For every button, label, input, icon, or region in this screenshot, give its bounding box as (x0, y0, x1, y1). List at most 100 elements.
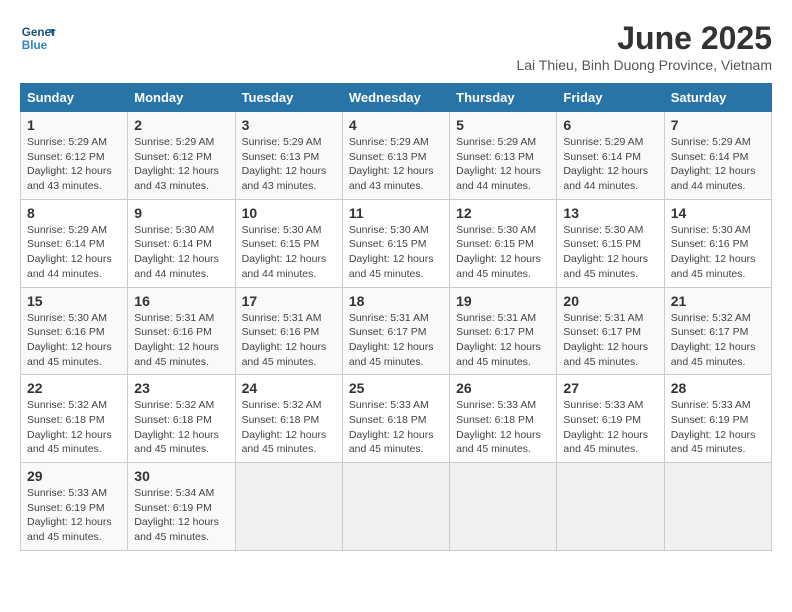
sunset-label: Sunset: 6:13 PM (242, 151, 320, 163)
logo-icon: General Blue (20, 20, 56, 56)
sunrise-label: Sunrise: 5:34 AM (134, 487, 214, 499)
day-info: Sunrise: 5:30 AM Sunset: 6:15 PM Dayligh… (349, 223, 443, 282)
table-row: 22 Sunrise: 5:32 AM Sunset: 6:18 PM Dayl… (21, 375, 128, 463)
sunset-label: Sunset: 6:17 PM (456, 326, 534, 338)
sunset-label: Sunset: 6:19 PM (671, 414, 749, 426)
col-monday: Monday (128, 84, 235, 112)
sunrise-label: Sunrise: 5:31 AM (563, 312, 643, 324)
sunset-label: Sunset: 6:19 PM (134, 502, 212, 514)
daylight-label: Daylight: 12 hours and 45 minutes. (27, 341, 112, 368)
logo: General Blue (20, 20, 56, 56)
day-number: 6 (563, 117, 657, 133)
day-number: 10 (242, 205, 336, 221)
table-row: 10 Sunrise: 5:30 AM Sunset: 6:15 PM Dayl… (235, 199, 342, 287)
table-row: 14 Sunrise: 5:30 AM Sunset: 6:16 PM Dayl… (664, 199, 771, 287)
sunset-label: Sunset: 6:15 PM (242, 238, 320, 250)
day-number: 19 (456, 293, 550, 309)
day-number: 8 (27, 205, 121, 221)
day-info: Sunrise: 5:31 AM Sunset: 6:16 PM Dayligh… (242, 311, 336, 370)
sunrise-label: Sunrise: 5:29 AM (671, 136, 751, 148)
daylight-label: Daylight: 12 hours and 45 minutes. (349, 253, 434, 280)
sunrise-label: Sunrise: 5:31 AM (349, 312, 429, 324)
table-row: 1 Sunrise: 5:29 AM Sunset: 6:12 PM Dayli… (21, 112, 128, 200)
daylight-label: Daylight: 12 hours and 44 minutes. (134, 253, 219, 280)
day-info: Sunrise: 5:29 AM Sunset: 6:14 PM Dayligh… (27, 223, 121, 282)
table-row: 6 Sunrise: 5:29 AM Sunset: 6:14 PM Dayli… (557, 112, 664, 200)
sunset-label: Sunset: 6:16 PM (134, 326, 212, 338)
day-info: Sunrise: 5:29 AM Sunset: 6:13 PM Dayligh… (349, 135, 443, 194)
daylight-label: Daylight: 12 hours and 44 minutes. (242, 253, 327, 280)
day-info: Sunrise: 5:32 AM Sunset: 6:18 PM Dayligh… (27, 398, 121, 457)
day-number: 26 (456, 380, 550, 396)
col-saturday: Saturday (664, 84, 771, 112)
calendar-body: 1 Sunrise: 5:29 AM Sunset: 6:12 PM Dayli… (21, 112, 772, 551)
calendar-week-row: 1 Sunrise: 5:29 AM Sunset: 6:12 PM Dayli… (21, 112, 772, 200)
table-row (235, 463, 342, 551)
table-row: 12 Sunrise: 5:30 AM Sunset: 6:15 PM Dayl… (450, 199, 557, 287)
day-number: 9 (134, 205, 228, 221)
sunset-label: Sunset: 6:14 PM (671, 151, 749, 163)
sunset-label: Sunset: 6:17 PM (349, 326, 427, 338)
title-area: June 2025 Lai Thieu, Binh Duong Province… (516, 20, 772, 73)
sunset-label: Sunset: 6:12 PM (27, 151, 105, 163)
daylight-label: Daylight: 12 hours and 45 minutes. (563, 429, 648, 456)
calendar-week-row: 15 Sunrise: 5:30 AM Sunset: 6:16 PM Dayl… (21, 287, 772, 375)
sunset-label: Sunset: 6:18 PM (242, 414, 320, 426)
day-number: 20 (563, 293, 657, 309)
day-number: 3 (242, 117, 336, 133)
daylight-label: Daylight: 12 hours and 45 minutes. (349, 429, 434, 456)
table-row: 5 Sunrise: 5:29 AM Sunset: 6:13 PM Dayli… (450, 112, 557, 200)
calendar-week-row: 29 Sunrise: 5:33 AM Sunset: 6:19 PM Dayl… (21, 463, 772, 551)
sunrise-label: Sunrise: 5:29 AM (456, 136, 536, 148)
table-row: 21 Sunrise: 5:32 AM Sunset: 6:17 PM Dayl… (664, 287, 771, 375)
day-info: Sunrise: 5:33 AM Sunset: 6:19 PM Dayligh… (563, 398, 657, 457)
daylight-label: Daylight: 12 hours and 45 minutes. (242, 429, 327, 456)
calendar-subtitle: Lai Thieu, Binh Duong Province, Vietnam (516, 57, 772, 73)
calendar-week-row: 8 Sunrise: 5:29 AM Sunset: 6:14 PM Dayli… (21, 199, 772, 287)
calendar-title: June 2025 (516, 20, 772, 57)
sunset-label: Sunset: 6:15 PM (563, 238, 641, 250)
table-row (664, 463, 771, 551)
col-wednesday: Wednesday (342, 84, 449, 112)
table-row: 3 Sunrise: 5:29 AM Sunset: 6:13 PM Dayli… (235, 112, 342, 200)
day-info: Sunrise: 5:30 AM Sunset: 6:16 PM Dayligh… (27, 311, 121, 370)
day-info: Sunrise: 5:29 AM Sunset: 6:14 PM Dayligh… (671, 135, 765, 194)
day-number: 12 (456, 205, 550, 221)
table-row: 24 Sunrise: 5:32 AM Sunset: 6:18 PM Dayl… (235, 375, 342, 463)
sunrise-label: Sunrise: 5:33 AM (456, 399, 536, 411)
sunrise-label: Sunrise: 5:33 AM (563, 399, 643, 411)
daylight-label: Daylight: 12 hours and 44 minutes. (671, 165, 756, 192)
table-row (342, 463, 449, 551)
day-info: Sunrise: 5:31 AM Sunset: 6:17 PM Dayligh… (456, 311, 550, 370)
col-thursday: Thursday (450, 84, 557, 112)
day-number: 11 (349, 205, 443, 221)
sunrise-label: Sunrise: 5:31 AM (134, 312, 214, 324)
sunset-label: Sunset: 6:18 PM (456, 414, 534, 426)
table-row: 4 Sunrise: 5:29 AM Sunset: 6:13 PM Dayli… (342, 112, 449, 200)
day-info: Sunrise: 5:32 AM Sunset: 6:18 PM Dayligh… (242, 398, 336, 457)
sunrise-label: Sunrise: 5:30 AM (242, 224, 322, 236)
calendar-table: Sunday Monday Tuesday Wednesday Thursday… (20, 83, 772, 551)
col-tuesday: Tuesday (235, 84, 342, 112)
calendar-header-row: Sunday Monday Tuesday Wednesday Thursday… (21, 84, 772, 112)
sunset-label: Sunset: 6:16 PM (27, 326, 105, 338)
daylight-label: Daylight: 12 hours and 43 minutes. (349, 165, 434, 192)
day-number: 16 (134, 293, 228, 309)
sunrise-label: Sunrise: 5:29 AM (134, 136, 214, 148)
day-number: 27 (563, 380, 657, 396)
day-number: 22 (27, 380, 121, 396)
day-number: 7 (671, 117, 765, 133)
day-number: 23 (134, 380, 228, 396)
sunset-label: Sunset: 6:19 PM (563, 414, 641, 426)
day-number: 24 (242, 380, 336, 396)
table-row: 19 Sunrise: 5:31 AM Sunset: 6:17 PM Dayl… (450, 287, 557, 375)
sunset-label: Sunset: 6:18 PM (349, 414, 427, 426)
day-info: Sunrise: 5:29 AM Sunset: 6:12 PM Dayligh… (134, 135, 228, 194)
sunset-label: Sunset: 6:19 PM (27, 502, 105, 514)
table-row: 7 Sunrise: 5:29 AM Sunset: 6:14 PM Dayli… (664, 112, 771, 200)
table-row: 11 Sunrise: 5:30 AM Sunset: 6:15 PM Dayl… (342, 199, 449, 287)
table-row: 20 Sunrise: 5:31 AM Sunset: 6:17 PM Dayl… (557, 287, 664, 375)
sunrise-label: Sunrise: 5:32 AM (134, 399, 214, 411)
daylight-label: Daylight: 12 hours and 44 minutes. (27, 253, 112, 280)
table-row: 25 Sunrise: 5:33 AM Sunset: 6:18 PM Dayl… (342, 375, 449, 463)
